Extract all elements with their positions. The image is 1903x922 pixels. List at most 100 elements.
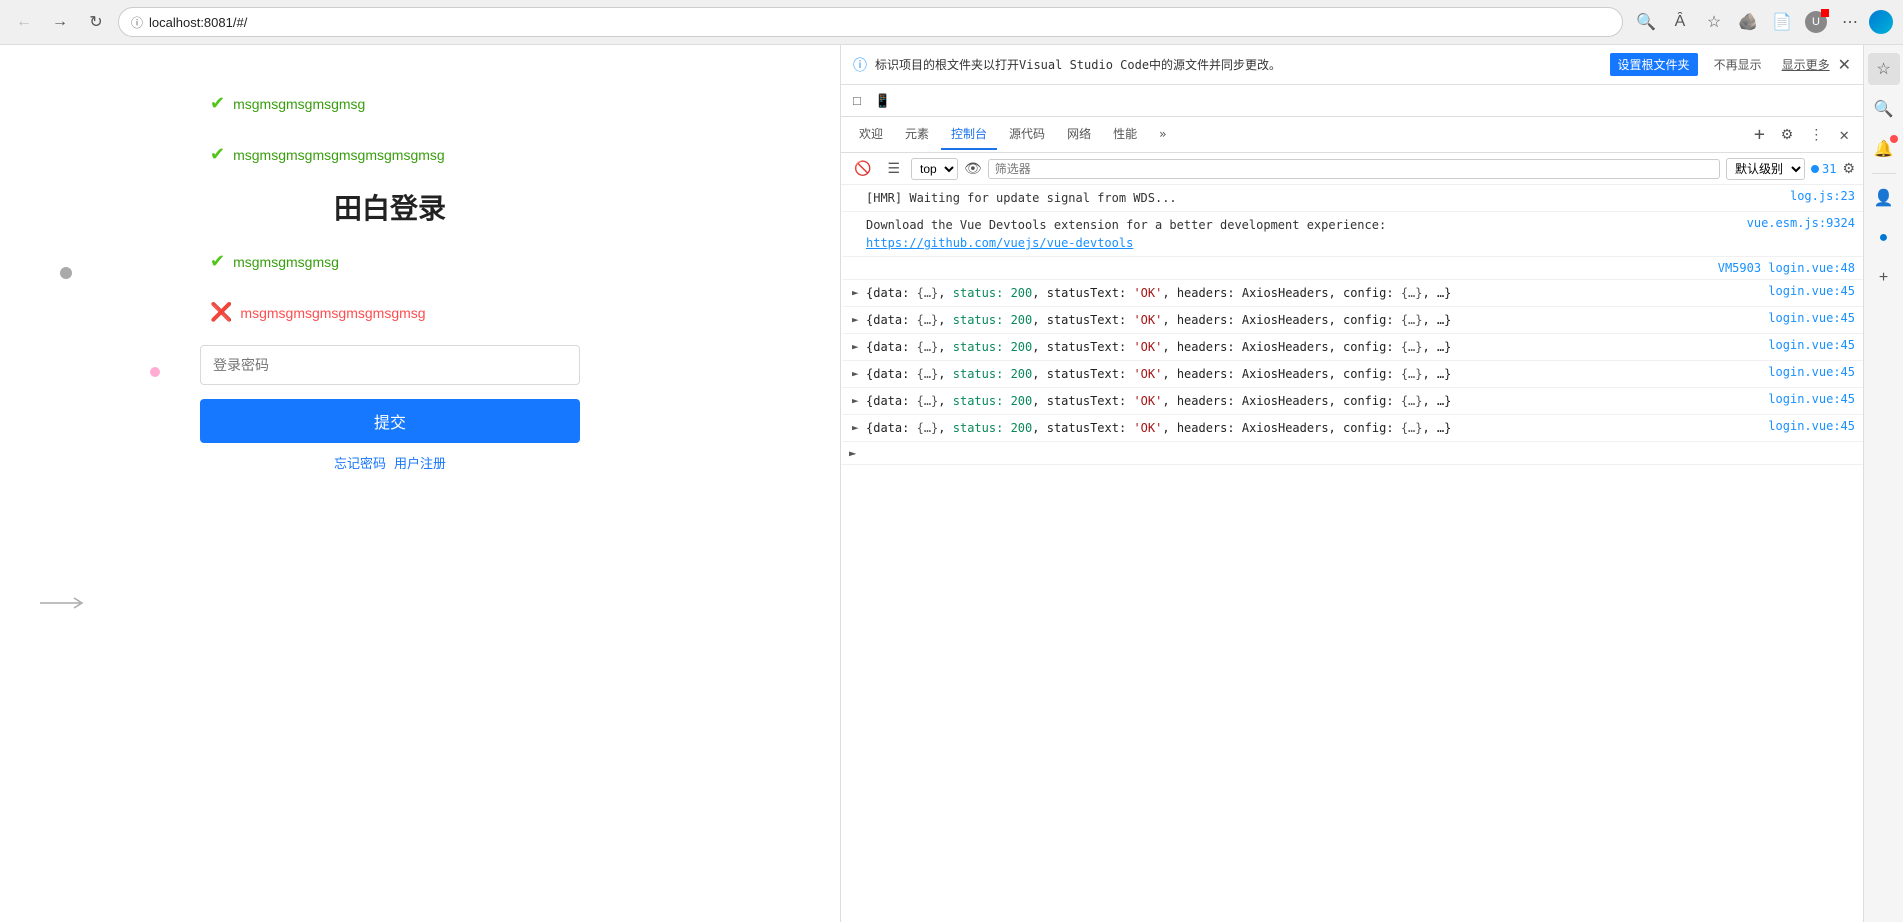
console-link-6[interactable]: login.vue:45 bbox=[1768, 365, 1855, 379]
settings-tab-btn[interactable]: ⚙ bbox=[1775, 122, 1800, 147]
more-tab-btn[interactable]: ⋮ bbox=[1803, 122, 1829, 147]
login-title: 田白登录 bbox=[200, 187, 580, 227]
extensions-btn[interactable]: 🪨 bbox=[1733, 7, 1763, 37]
decorative-dot-pink bbox=[150, 367, 160, 377]
console-line-0: [HMR] Waiting for update signal from WDS… bbox=[841, 185, 1863, 212]
console-link-8[interactable]: login.vue:45 bbox=[1768, 419, 1855, 433]
forward-button[interactable]: → bbox=[46, 8, 74, 36]
sidebar-divider bbox=[1872, 173, 1896, 174]
msg-text-4: msgmsgmsgmsgmsgmsgmsg bbox=[240, 305, 425, 321]
inspect-element-btn[interactable]: □ bbox=[847, 89, 867, 112]
tab-right-actions: + ⚙ ⋮ ✕ bbox=[1748, 122, 1855, 147]
search-browser-btn[interactable]: 🔍 bbox=[1631, 7, 1661, 37]
submit-button[interactable]: 提交 bbox=[200, 399, 580, 443]
console-text-1: Download the Vue Devtools extension for … bbox=[866, 216, 1743, 252]
address-bar[interactable]: ⓘ localhost:8081/#/ bbox=[118, 7, 1623, 37]
read-mode-btn[interactable]: Ȃ bbox=[1665, 7, 1695, 37]
level-select[interactable]: 默认级别 bbox=[1726, 158, 1805, 180]
console-line-3: ► {data: {…}, status: 200, statusText: '… bbox=[841, 280, 1863, 307]
console-line-2: VM5903 login.vue:48 bbox=[841, 257, 1863, 280]
line-arrow-3[interactable]: ► bbox=[852, 284, 862, 299]
console-line-8: ► {data: {…}, status: 200, statusText: '… bbox=[841, 415, 1863, 442]
msg-item-3: ✔ msgmsgmsgmsg bbox=[200, 243, 580, 280]
console-link-0[interactable]: log.js:23 bbox=[1790, 189, 1855, 203]
collections-btn[interactable]: 📄 bbox=[1767, 7, 1797, 37]
tab-more[interactable]: » bbox=[1149, 121, 1176, 149]
console-link-4[interactable]: login.vue:45 bbox=[1768, 311, 1855, 325]
more-options-btn[interactable]: ⋯ bbox=[1835, 7, 1865, 37]
device-mode-btn[interactable]: 📱 bbox=[869, 89, 897, 113]
console-line-1: Download the Vue Devtools extension for … bbox=[841, 212, 1863, 257]
console-settings-btn[interactable]: ⚙ bbox=[1842, 160, 1855, 177]
line-arrow-8[interactable]: ► bbox=[852, 419, 862, 434]
error-count-text: 31 bbox=[1822, 162, 1836, 176]
tab-network[interactable]: 网络 bbox=[1057, 119, 1101, 150]
console-link-5[interactable]: login.vue:45 bbox=[1768, 338, 1855, 352]
favorites-btn[interactable]: ☆ bbox=[1699, 7, 1729, 37]
console-text-8: {data: {…}, status: 200, statusText: 'OK… bbox=[866, 419, 1764, 437]
eye-btn[interactable]: 👁 bbox=[964, 160, 982, 177]
register-link[interactable]: 用户注册 bbox=[394, 453, 446, 472]
vue-devtools-url[interactable]: https://github.com/vuejs/vue-devtools bbox=[866, 236, 1133, 250]
clear-console-btn[interactable]: 🚫 bbox=[849, 157, 876, 180]
sidebar-search-btn[interactable]: 🔍 bbox=[1868, 93, 1900, 125]
profile-btn[interactable]: U bbox=[1801, 7, 1831, 37]
browser-sidebar: ☆ 🔍 🔔 👤 ● + bbox=[1863, 45, 1903, 922]
console-text-3: {data: {…}, status: 200, statusText: 'OK… bbox=[866, 284, 1764, 302]
sidebar-favorites-btn[interactable]: ☆ bbox=[1868, 53, 1900, 85]
expand-chevron[interactable]: ► bbox=[849, 446, 856, 460]
console-text-4: {data: {…}, status: 200, statusText: 'OK… bbox=[866, 311, 1764, 329]
info-icon: ⓘ bbox=[131, 14, 143, 31]
devtools-tabs: 欢迎 元素 控制台 源代码 网络 性能 » + ⚙ ⋮ ✕ bbox=[841, 117, 1863, 153]
console-link-2[interactable]: VM5903 login.vue:48 bbox=[1718, 261, 1855, 275]
browser-chrome: ← → ↻ ⓘ localhost:8081/#/ 🔍 Ȃ ☆ 🪨 📄 U ⋯ bbox=[0, 0, 1903, 45]
context-select[interactable]: top bbox=[911, 158, 958, 180]
notif-info-icon: ⓘ bbox=[853, 55, 867, 75]
msg-text-2: msgmsgmsgmsgmsgmsgmsgmsg bbox=[233, 147, 445, 163]
console-link-7[interactable]: login.vue:45 bbox=[1768, 392, 1855, 406]
sidebar-profile-btn[interactable]: 👤 bbox=[1868, 182, 1900, 214]
url-text: localhost:8081/#/ bbox=[149, 15, 247, 30]
console-text-6: {data: {…}, status: 200, statusText: 'OK… bbox=[866, 365, 1764, 383]
close-devtools-btn[interactable]: ✕ bbox=[1833, 123, 1855, 146]
console-output: [HMR] Waiting for update signal from WDS… bbox=[841, 185, 1863, 922]
line-arrow-4[interactable]: ► bbox=[852, 311, 862, 326]
console-line-chevron: ► bbox=[841, 442, 1863, 465]
set-root-folder-button[interactable]: 设置根文件夹 bbox=[1610, 53, 1698, 76]
forgot-password-link[interactable]: 忘记密码 bbox=[334, 453, 386, 472]
password-input[interactable] bbox=[200, 345, 580, 385]
sidebar-add-btn[interactable]: + bbox=[1868, 262, 1900, 294]
notif-close-button[interactable]: ✕ bbox=[1838, 55, 1851, 75]
msg-text-1: msgmsgmsgmsgmsg bbox=[233, 96, 365, 112]
tab-welcome[interactable]: 欢迎 bbox=[849, 119, 893, 150]
console-link-1[interactable]: vue.esm.js:9324 bbox=[1747, 216, 1855, 230]
console-link-3[interactable]: login.vue:45 bbox=[1768, 284, 1855, 298]
console-text-5: {data: {…}, status: 200, statusText: 'OK… bbox=[866, 338, 1764, 356]
page-content: ✔ msgmsgmsgmsgmsg ✔ msgmsgmsgmsgmsgmsgms… bbox=[0, 45, 840, 922]
decorative-arrow bbox=[40, 593, 90, 613]
filter-input[interactable] bbox=[988, 159, 1720, 179]
tab-sources[interactable]: 源代码 bbox=[999, 119, 1055, 150]
sidebar-browser-btn[interactable]: ● bbox=[1868, 222, 1900, 254]
line-arrow-6[interactable]: ► bbox=[852, 365, 862, 380]
line-arrow-5[interactable]: ► bbox=[852, 338, 862, 353]
error-dot bbox=[1811, 165, 1819, 173]
line-arrow-2 bbox=[852, 261, 862, 263]
dont-show-button[interactable]: 不再显示 bbox=[1706, 53, 1770, 76]
back-button[interactable]: ← bbox=[10, 8, 38, 36]
devtools-panel: ⓘ 标识项目的根文件夹以打开Visual Studio Code中的源文件并同步… bbox=[840, 45, 1863, 922]
add-tab-btn[interactable]: + bbox=[1748, 122, 1771, 147]
msg-item-4: ❌ msgmsgmsgmsgmsgmsgmsg bbox=[200, 294, 580, 331]
links-row: 忘记密码 用户注册 bbox=[200, 453, 580, 472]
decorative-dot-gray bbox=[60, 267, 72, 279]
show-more-link[interactable]: 显示更多 bbox=[1782, 56, 1830, 73]
tab-performance[interactable]: 性能 bbox=[1103, 119, 1147, 150]
filter-toggle-btn[interactable]: ☰ bbox=[882, 157, 905, 180]
tab-elements[interactable]: 元素 bbox=[895, 119, 939, 150]
console-line-6: ► {data: {…}, status: 200, statusText: '… bbox=[841, 361, 1863, 388]
line-arrow-7[interactable]: ► bbox=[852, 392, 862, 407]
tab-console[interactable]: 控制台 bbox=[941, 119, 997, 150]
console-text-7: {data: {…}, status: 200, statusText: 'OK… bbox=[866, 392, 1764, 410]
edge-logo bbox=[1869, 10, 1893, 34]
reload-button[interactable]: ↻ bbox=[82, 8, 110, 36]
